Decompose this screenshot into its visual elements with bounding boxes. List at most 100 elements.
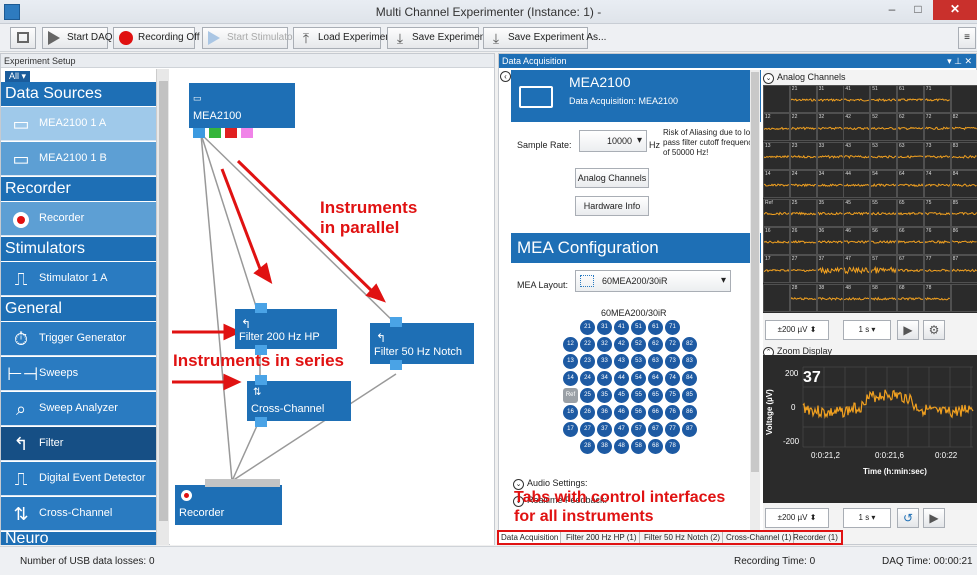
electrode[interactable]: 47 xyxy=(614,422,629,437)
channel-cell[interactable] xyxy=(763,283,790,312)
start-daq-button[interactable]: Start DAQ xyxy=(42,27,113,49)
channel-cell[interactable]: 73 xyxy=(923,141,951,170)
electrode[interactable]: 87 xyxy=(682,422,697,437)
palette-item-sweeps[interactable]: ⊢⊣ Sweeps xyxy=(1,357,156,391)
node-filter-200hz-hp[interactable]: ↰ Filter 200 Hz HP xyxy=(235,303,337,355)
channel-cell[interactable]: 41 xyxy=(843,85,871,113)
settings-scrollbar[interactable] xyxy=(750,70,760,530)
channel-cell[interactable]: 55 xyxy=(870,198,898,227)
electrode[interactable]: 65 xyxy=(648,388,663,403)
channel-cell[interactable]: 16 xyxy=(763,227,790,255)
tab-recorder[interactable]: Recorder (1) xyxy=(791,532,840,543)
channel-cell[interactable]: 27 xyxy=(789,255,817,284)
zoom-play-button[interactable]: ▶ xyxy=(923,508,945,528)
palette-item-trigger-generator[interactable]: ⏱ Trigger Generator xyxy=(1,322,156,356)
channel-cell[interactable]: 53 xyxy=(870,141,898,170)
channel-cell[interactable]: 67 xyxy=(897,255,924,284)
electrode[interactable]: 45 xyxy=(614,388,629,403)
category-recorder[interactable]: Recorder xyxy=(1,177,156,201)
channel-cell[interactable]: 86 xyxy=(950,227,977,255)
mea-layout-select[interactable]: 60MEA200/30iR xyxy=(575,270,731,292)
channel-cell[interactable]: 68 xyxy=(897,283,924,312)
minimize-button[interactable]: – xyxy=(879,0,905,20)
channel-cell[interactable]: 38 xyxy=(816,283,844,312)
tab-filter-200hz-hp[interactable]: Filter 200 Hz HP (1) xyxy=(564,532,640,543)
channel-cell[interactable] xyxy=(763,85,790,113)
hardware-info-button[interactable]: Hardware Info xyxy=(575,196,649,216)
channel-cell[interactable]: 85 xyxy=(950,198,977,227)
channel-cell[interactable]: 78 xyxy=(923,283,951,312)
channel-cell[interactable]: 26 xyxy=(789,227,817,255)
sample-rate-select[interactable]: 10000 xyxy=(579,130,647,152)
pin-icon[interactable]: ▾ ⊥ ✕ xyxy=(947,54,972,68)
palette-item-sweep-analyzer[interactable]: ⌕ Sweep Analyzer xyxy=(1,392,156,426)
electrode[interactable]: 22 xyxy=(580,337,595,352)
electrode[interactable]: 64 xyxy=(648,371,663,386)
channel-cell[interactable]: 77 xyxy=(923,255,951,284)
channel-cell[interactable]: 34 xyxy=(816,170,844,199)
electrode[interactable]: 52 xyxy=(631,337,646,352)
start-stimulator-button[interactable]: Start Stimulator xyxy=(202,27,296,49)
electrode[interactable]: 37 xyxy=(597,422,612,437)
load-experiment-button[interactable]: ⤒ Load Experiment xyxy=(293,27,394,49)
electrode[interactable]: 44 xyxy=(614,371,629,386)
node-filter-50hz-notch[interactable]: ↰ Filter 50 Hz Notch xyxy=(370,317,474,370)
channel-cell[interactable]: 23 xyxy=(789,141,817,170)
electrode[interactable]: 26 xyxy=(580,405,595,420)
channel-cell[interactable]: 43 xyxy=(843,141,871,170)
channel-cell[interactable]: 56 xyxy=(870,227,898,255)
maximize-button[interactable]: □ xyxy=(905,0,931,20)
electrode[interactable]: 46 xyxy=(614,405,629,420)
channel-cell[interactable]: 75 xyxy=(923,198,951,227)
channel-cell[interactable]: 65 xyxy=(897,198,924,227)
electrode[interactable]: 13 xyxy=(563,354,578,369)
channel-cell[interactable]: 72 xyxy=(923,113,951,142)
output-port[interactable] xyxy=(241,128,253,138)
electrode[interactable]: 14 xyxy=(563,371,578,386)
channel-cell[interactable]: 24 xyxy=(789,170,817,199)
channel-cell[interactable]: 87 xyxy=(950,255,977,284)
electrode[interactable]: 36 xyxy=(597,405,612,420)
channel-cell[interactable]: 31 xyxy=(816,85,844,113)
palette-item-filter[interactable]: ↰ Filter xyxy=(1,427,156,461)
channel-cell[interactable]: 61 xyxy=(897,85,924,113)
electrode[interactable]: 31 xyxy=(597,320,612,335)
electrode[interactable]: 75 xyxy=(665,388,680,403)
channel-cell[interactable]: 45 xyxy=(843,198,871,227)
electrode[interactable]: 42 xyxy=(614,337,629,352)
palette-item-mea2100-a[interactable]: ▭ MEA2100 1 A xyxy=(1,107,156,141)
electrode[interactable]: 28 xyxy=(580,439,595,454)
channel-cell[interactable]: 47 xyxy=(843,255,871,284)
channel-cell[interactable]: 58 xyxy=(870,283,898,312)
electrode[interactable]: 23 xyxy=(580,354,595,369)
channel-cell[interactable]: 48 xyxy=(843,283,871,312)
channel-cell[interactable]: 12 xyxy=(763,113,790,142)
channel-cell[interactable]: 36 xyxy=(816,227,844,255)
channel-cell[interactable]: 74 xyxy=(923,170,951,199)
electrode[interactable]: 17 xyxy=(563,422,578,437)
input-port[interactable] xyxy=(255,375,267,385)
input-port[interactable] xyxy=(390,317,402,327)
electrode[interactable]: 33 xyxy=(597,354,612,369)
input-port[interactable] xyxy=(255,303,267,313)
tab-data-acquisition[interactable]: Data Acquisition xyxy=(499,532,562,543)
channel-cell[interactable]: 17 xyxy=(763,255,790,284)
channel-cell[interactable]: Ref xyxy=(763,198,790,227)
electrode[interactable]: 78 xyxy=(665,439,680,454)
channel-cell[interactable]: 66 xyxy=(897,227,924,255)
filter-combo[interactable]: All ▾ xyxy=(5,71,31,82)
channel-cell[interactable]: 64 xyxy=(897,170,924,199)
palette-item-stimulator[interactable]: ⎍ Stimulator 1 A xyxy=(1,262,156,296)
output-port[interactable] xyxy=(209,128,221,138)
electrode[interactable]: 32 xyxy=(597,337,612,352)
palette-scrollbar[interactable] xyxy=(156,69,169,545)
output-port[interactable] xyxy=(193,128,205,138)
tab-filter-50hz-notch[interactable]: Filter 50 Hz Notch (2) xyxy=(642,532,724,543)
palette-item-cross-channel[interactable]: ⇅ Cross-Channel xyxy=(1,497,156,531)
channel-cell[interactable]: 33 xyxy=(816,141,844,170)
electrode[interactable]: 34 xyxy=(597,371,612,386)
electrode[interactable]: 12 xyxy=(563,337,578,352)
node-mea2100[interactable]: ▭ MEA2100 xyxy=(189,83,295,138)
channel-cell[interactable] xyxy=(950,85,977,113)
electrode[interactable]: 38 xyxy=(597,439,612,454)
